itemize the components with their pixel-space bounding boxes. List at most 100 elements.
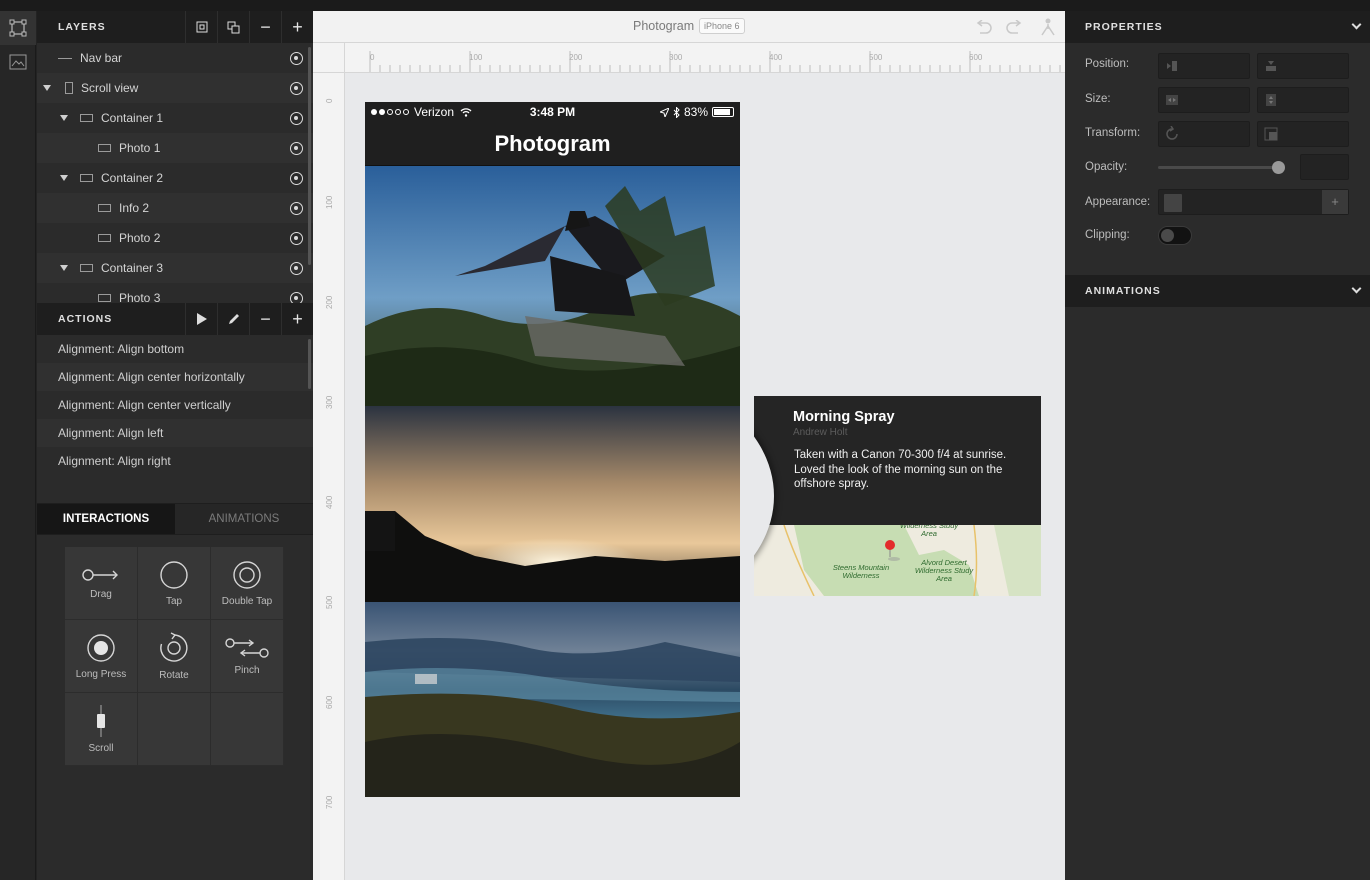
chevron-down-icon[interactable]	[1351, 283, 1362, 294]
horizontal-ruler-ticks	[369, 51, 1061, 72]
pinch-icon	[225, 637, 269, 658]
gesture-double-tap[interactable]: Double Tap	[211, 547, 284, 620]
opacity-slider[interactable]	[1158, 161, 1285, 174]
gesture-rotate[interactable]: Rotate	[138, 620, 211, 693]
map-thumbnail[interactable]: Wilderness Study Area Steens Mountain Wi…	[754, 525, 1041, 596]
canvas-area[interactable]: Photogram iPhone 6 0 100 200 300 400 500…	[313, 11, 1065, 880]
ruler-label: 500	[869, 53, 883, 62]
action-item[interactable]: Alignment: Align center vertically	[37, 391, 313, 419]
redo-button[interactable]	[999, 17, 1031, 37]
remove-action-button[interactable]: −	[249, 303, 281, 335]
photo-layer-icon	[98, 294, 111, 302]
gesture-long-press[interactable]: Long Press	[65, 620, 138, 693]
duplicate-layer-button[interactable]	[217, 11, 249, 43]
clipping-toggle[interactable]	[1158, 226, 1192, 245]
add-appearance-button[interactable]: +	[1322, 190, 1348, 214]
visibility-icon[interactable]	[290, 142, 303, 155]
width-field[interactable]	[1158, 87, 1250, 113]
visibility-icon[interactable]	[290, 202, 303, 215]
ruler-label: 100	[469, 53, 483, 62]
layer-row[interactable]: Container 3	[37, 253, 313, 283]
preview-button[interactable]	[1032, 17, 1064, 37]
undo-button[interactable]	[967, 17, 999, 37]
tab-animations[interactable]: ANIMATIONS	[175, 504, 313, 534]
opacity-value-field[interactable]	[1300, 154, 1349, 180]
disclosure-triangle-icon[interactable]	[60, 115, 68, 121]
position-x-field[interactable]	[1158, 53, 1250, 79]
position-y-field[interactable]	[1257, 53, 1349, 79]
gesture-drag[interactable]: Drag	[65, 547, 138, 620]
properties-header[interactable]: PROPERTIES	[1065, 11, 1370, 43]
layer-row[interactable]: Container 2	[37, 163, 313, 193]
photo-3[interactable]	[365, 602, 740, 797]
animations-header[interactable]: ANIMATIONS	[1065, 275, 1370, 307]
horizontal-ruler: 0 100 200 300 400 500 600	[345, 43, 1065, 73]
position-y-icon	[1266, 61, 1276, 71]
visibility-icon[interactable]	[290, 82, 303, 95]
layers-scrollbar[interactable]	[308, 47, 311, 265]
add-action-button[interactable]: +	[281, 303, 313, 335]
scale-icon	[1264, 127, 1278, 141]
slider-knob[interactable]	[1272, 161, 1285, 174]
gesture-tap[interactable]: Tap	[138, 547, 211, 620]
visibility-icon[interactable]	[290, 52, 303, 65]
gesture-grid: Drag Tap Double Tap Long Press Rotate Pi…	[65, 547, 284, 766]
actions-scrollbar[interactable]	[308, 339, 311, 389]
pencil-icon	[228, 314, 239, 324]
plus-icon: +	[292, 16, 303, 37]
sunrise-photo	[365, 406, 740, 602]
tab-interactions[interactable]: INTERACTIONS	[37, 504, 175, 534]
disclosure-triangle-icon[interactable]	[60, 265, 68, 271]
location-arrow-icon	[659, 107, 669, 117]
layer-row[interactable]: Container 1	[37, 103, 313, 133]
layer-label: Info 2	[119, 201, 150, 215]
select-tool[interactable]	[0, 11, 36, 45]
appearance-field[interactable]: +	[1158, 189, 1349, 215]
edit-action-button[interactable]	[217, 303, 249, 335]
layer-row[interactable]: Scroll view	[37, 73, 313, 103]
layer-row[interactable]: Photo 1	[37, 133, 313, 163]
info-card[interactable]: Morning Spray Andrew Holt Taken with a C…	[754, 396, 1041, 596]
rotation-field[interactable]	[1158, 121, 1250, 147]
visibility-icon[interactable]	[290, 262, 303, 275]
ruler-label: 0	[370, 53, 375, 62]
group-layer-button[interactable]	[185, 11, 217, 43]
layer-row[interactable]: Photo 3	[37, 283, 313, 303]
scale-field[interactable]	[1257, 121, 1349, 147]
fill-swatch-icon[interactable]	[1164, 194, 1182, 212]
action-item[interactable]: Alignment: Align left	[37, 419, 313, 447]
card-title: Morning Spray	[793, 409, 895, 425]
image-tool[interactable]	[0, 45, 36, 79]
play-action-button[interactable]	[185, 303, 217, 335]
add-layer-button[interactable]: +	[281, 11, 313, 43]
action-item[interactable]: Alignment: Align bottom	[37, 335, 313, 363]
visibility-icon[interactable]	[290, 292, 303, 303]
visibility-icon[interactable]	[290, 232, 303, 245]
gesture-empty-cell	[211, 693, 284, 766]
toggle-knob	[1161, 229, 1174, 242]
height-field[interactable]	[1257, 87, 1349, 113]
photo-2[interactable]	[365, 406, 740, 602]
layer-row[interactable]: Nav bar	[37, 43, 313, 73]
gesture-pinch[interactable]: Pinch	[211, 620, 284, 693]
battery-icon	[712, 107, 734, 117]
visibility-icon[interactable]	[290, 112, 303, 125]
gesture-scroll[interactable]: Scroll	[65, 693, 138, 766]
layer-row[interactable]: Photo 2	[37, 223, 313, 253]
actions-header: ACTIONS − +	[37, 303, 313, 335]
device-badge[interactable]: iPhone 6	[699, 18, 745, 34]
action-item[interactable]: Alignment: Align center horizontally	[37, 363, 313, 391]
layer-label: Photo 2	[119, 231, 161, 245]
remove-layer-button[interactable]: −	[249, 11, 281, 43]
chevron-down-icon[interactable]	[1351, 19, 1362, 30]
layer-row[interactable]: Info 2	[37, 193, 313, 223]
photo-1[interactable]	[365, 166, 740, 406]
gesture-empty-cell	[138, 693, 211, 766]
left-panel: LAYERS − + Nav bar Scroll view Container…	[37, 11, 313, 880]
visibility-icon[interactable]	[290, 172, 303, 185]
action-item[interactable]: Alignment: Align right	[37, 447, 313, 475]
phone-artboard[interactable]: Verizon 3:48 PM 83% Photogram	[365, 102, 740, 797]
disclosure-triangle-icon[interactable]	[60, 175, 68, 181]
disclosure-triangle-icon[interactable]	[43, 85, 51, 91]
rotate-icon	[160, 631, 188, 662]
